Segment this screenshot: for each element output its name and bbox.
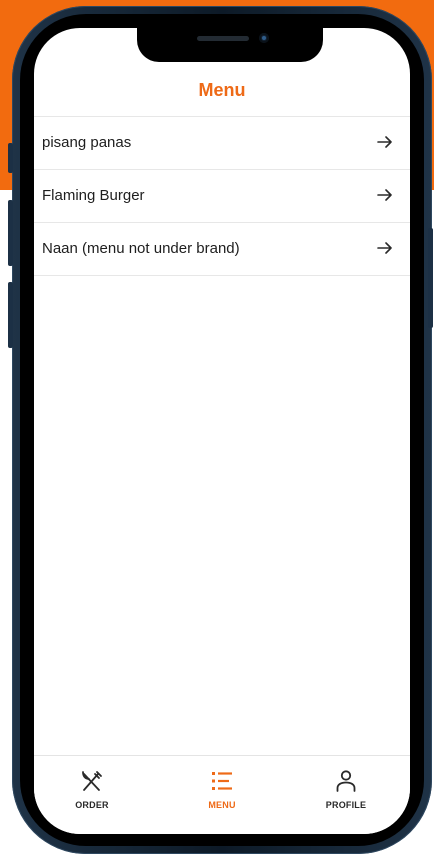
list-item-label: Flaming Burger — [42, 187, 145, 204]
list-item[interactable]: Naan (menu not under brand) — [34, 223, 410, 276]
page-title: Menu — [198, 80, 246, 100]
list-item[interactable]: Flaming Burger — [34, 170, 410, 223]
tab-menu[interactable]: MENU — [162, 768, 282, 810]
tab-order[interactable]: ORDER — [34, 768, 152, 810]
menu-list: pisang panas Flaming Burger Naan (menu n… — [34, 116, 410, 276]
power-button — [428, 228, 433, 328]
front-camera-icon — [259, 33, 269, 43]
list-icon — [212, 772, 232, 790]
silent-switch — [8, 143, 13, 173]
arrow-right-icon — [377, 242, 392, 254]
fork-knife-icon — [82, 771, 102, 791]
tab-profile[interactable]: PROFILE — [286, 768, 406, 810]
list-item-label: Naan (menu not under brand) — [42, 240, 240, 257]
tab-menu-label: MENU — [208, 800, 236, 810]
arrow-right-icon — [377, 136, 392, 148]
list-item[interactable]: pisang panas — [34, 116, 410, 170]
app-header: Menu — [34, 68, 410, 112]
tab-order-label: ORDER — [75, 800, 109, 810]
arrow-right-icon — [377, 189, 392, 201]
volume-down-button — [8, 282, 13, 348]
notch — [137, 28, 323, 62]
tab-profile-label: PROFILE — [325, 800, 367, 810]
list-item-label: pisang panas — [42, 134, 132, 151]
tab-bar: ORDER MENU PROFILE — [34, 755, 410, 834]
person-icon — [336, 770, 356, 792]
screen: Menu pisang panas Flaming Burger Naan (m… — [34, 28, 410, 834]
stage: Menu pisang panas Flaming Burger Naan (m… — [0, 0, 434, 857]
speaker-grille — [197, 36, 249, 41]
volume-up-button — [8, 200, 13, 266]
